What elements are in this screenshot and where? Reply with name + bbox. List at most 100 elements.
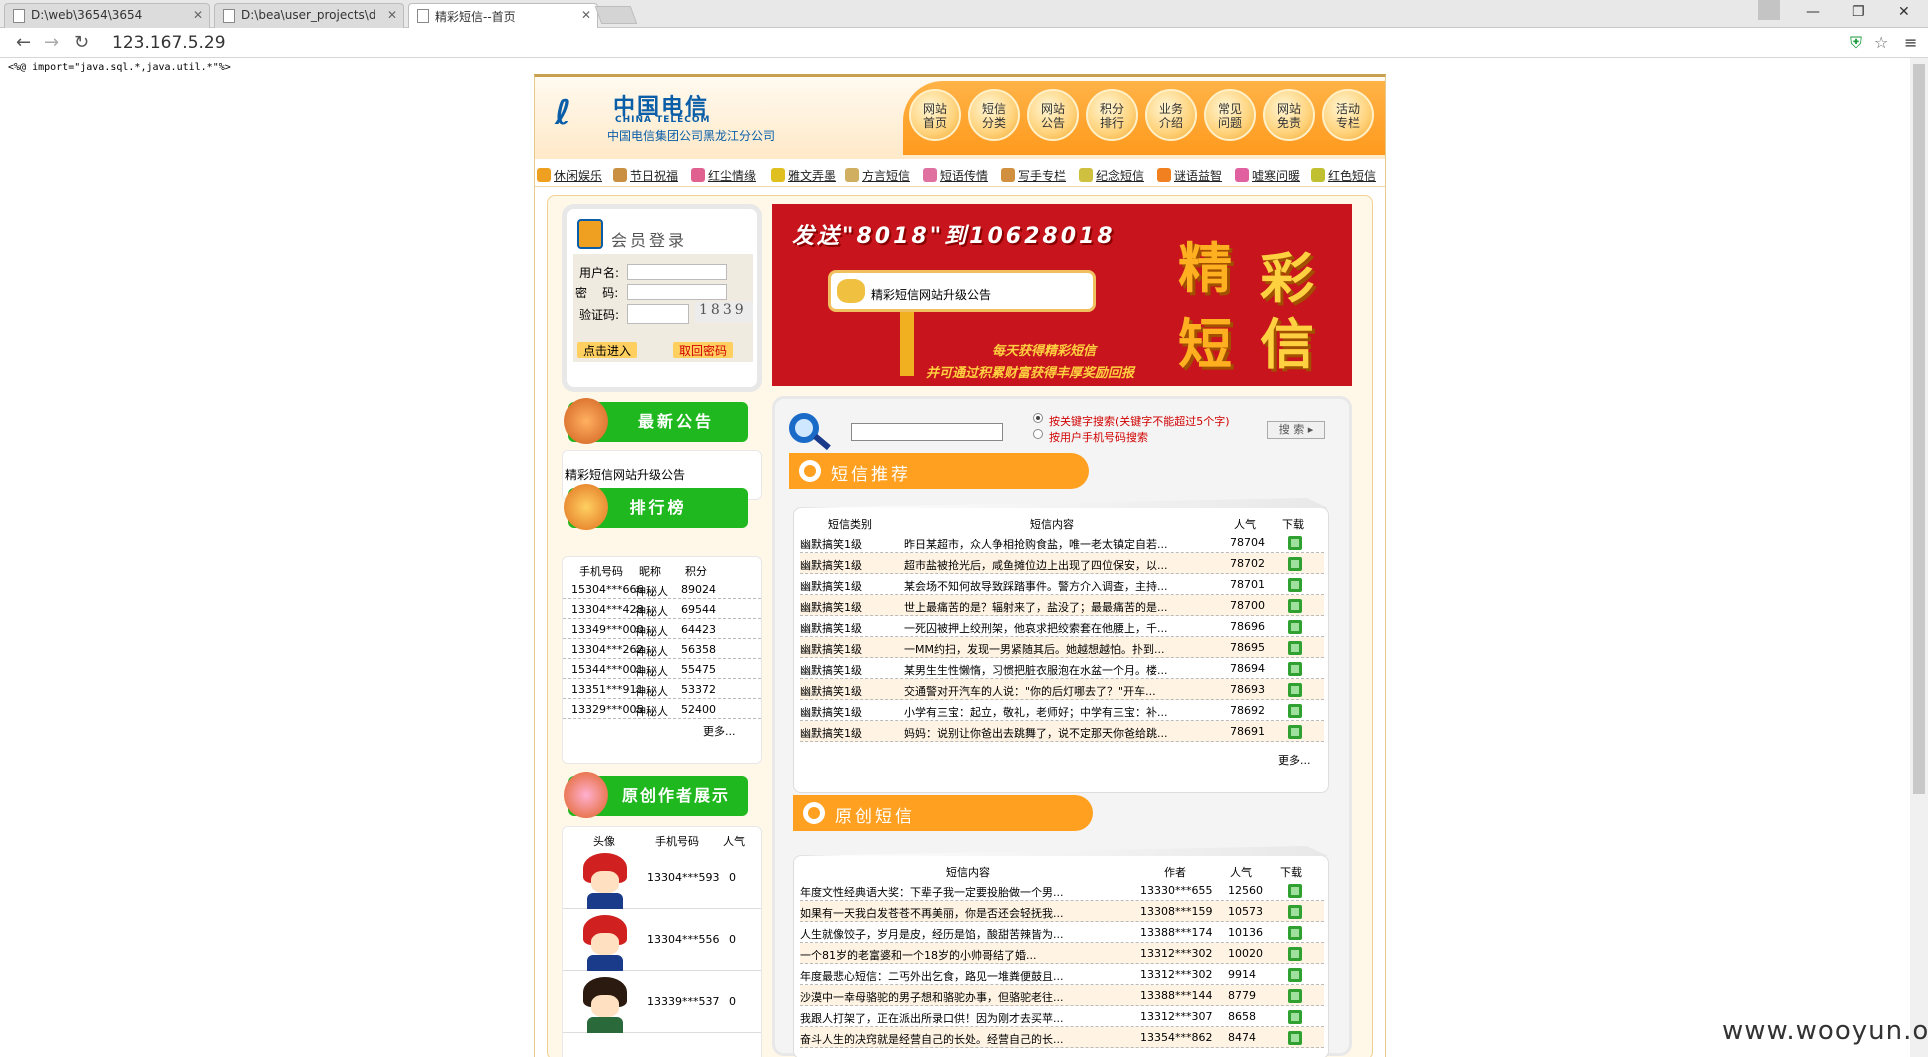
search-by-keyword-radio[interactable] <box>1033 413 1043 423</box>
sms-link[interactable]: 奋斗人生的决窍就是经营自己的长处。经营自己的长... <box>800 1031 1130 1047</box>
subnav-item[interactable]: 谜语益智 <box>1157 167 1222 184</box>
nav-business-intro[interactable]: 业务 介绍 <box>1145 89 1197 141</box>
url-field[interactable]: 123.167.5.29 <box>112 33 226 53</box>
download-icon[interactable] <box>1288 536 1302 550</box>
star-bookmark-icon[interactable]: ☆ <box>1874 33 1888 52</box>
user-profile-icon[interactable] <box>1758 0 1780 20</box>
subnav-item[interactable]: 写手专栏 <box>1001 167 1066 184</box>
close-window-icon[interactable]: ✕ <box>1898 4 1910 20</box>
download-icon[interactable] <box>1288 599 1302 613</box>
browser-tab-1[interactable]: D:\web\3654\3654 ✕ <box>4 3 210 28</box>
avatar[interactable] <box>579 915 631 971</box>
promo-banner[interactable]: 发送"8018"到10628018 精彩短信网站升级公告 每天获得精彩短信 并可… <box>772 204 1352 386</box>
sms-link[interactable]: 某会场不知何故导致踩踏事件。警方介入调查，主持... <box>904 578 1204 594</box>
download-icon[interactable] <box>1288 557 1302 571</box>
download-icon[interactable] <box>1288 641 1302 655</box>
minimize-icon[interactable]: — <box>1806 4 1820 20</box>
download-icon[interactable] <box>1288 662 1302 676</box>
forward-icon[interactable]: → <box>44 32 59 53</box>
download-icon[interactable] <box>1288 926 1302 940</box>
subnav-item[interactable]: 短语传情 <box>923 167 988 184</box>
close-icon[interactable]: ✕ <box>387 8 397 22</box>
nav-points-ranking[interactable]: 积分 排行 <box>1086 89 1138 141</box>
menu-icon[interactable]: ≡ <box>1904 33 1917 52</box>
sms-link[interactable]: 人生就像饺子，岁月是皮，经历是馅，酸甜苦辣皆为... <box>800 926 1130 942</box>
nav-faq[interactable]: 常见 问题 <box>1204 89 1256 141</box>
password-input[interactable] <box>627 284 727 300</box>
login-submit-button[interactable]: 点击进入 <box>577 342 638 358</box>
nav-home[interactable]: 网站 首页 <box>909 89 961 141</box>
sms-link[interactable]: 一个81岁的老富婆和一个18岁的小帅哥结了婚... <box>800 947 1130 963</box>
recover-password-button[interactable]: 取回密码 <box>673 342 734 358</box>
sms-link[interactable]: 一MM约扫，发现一男紧随其后。她越想越怕。扑到... <box>904 641 1204 657</box>
subnav-item[interactable]: 雅文弄墨 <box>771 167 836 184</box>
notice-link[interactable]: 精彩短信网站升级公告 <box>565 468 685 482</box>
close-icon[interactable]: ✕ <box>193 8 203 22</box>
download-icon[interactable] <box>1288 1031 1302 1045</box>
sms-link[interactable]: 一死囚被押上绞刑架，他哀求把绞索套在他腰上，千... <box>904 620 1204 636</box>
sms-link[interactable]: 年度最悲心短信：二丐外出乞食，路见一堆粪便鼓且... <box>800 968 1130 984</box>
nav-disclaimer[interactable]: 网站 免责 <box>1263 89 1315 141</box>
col-header: 作者 <box>1164 866 1186 879</box>
sms-link[interactable]: 昨日某超市，众人争相抢购食盐，唯一老太镇定自若... <box>904 536 1204 552</box>
subnav-item[interactable]: 节日祝福 <box>613 167 678 184</box>
table-row: 幽默搞笑1级 世上最痛苦的是？辐射来了，盐没了；最最痛苦的是... 78700 <box>800 595 1324 616</box>
download-icon[interactable] <box>1288 968 1302 982</box>
sms-link[interactable]: 年度文性经典语大奖：下辈子我一定要投胎做一个男... <box>800 884 1130 900</box>
sms-link[interactable]: 我跟人打架了，正在派出所录口供！因为刚才去买苹... <box>800 1010 1130 1026</box>
sms-link[interactable]: 如果有一天我白发苍苍不再美丽，你是否还会轻抚我... <box>800 905 1130 921</box>
table-row: 如果有一天我白发苍苍不再美丽，你是否还会轻抚我... 13308***159 105… <box>800 901 1324 922</box>
avatar[interactable] <box>579 977 631 1033</box>
sms-link[interactable]: 某男生生性懒惰，习惯把脏衣服泡在水盆一个月。楼... <box>904 662 1204 678</box>
download-icon[interactable] <box>1288 683 1302 697</box>
nav-events[interactable]: 活动 专栏 <box>1322 89 1374 141</box>
download-icon[interactable] <box>1288 947 1302 961</box>
username-input[interactable] <box>627 264 727 280</box>
nav-announcements[interactable]: 网站 公告 <box>1027 89 1079 141</box>
subnav-item[interactable]: 红尘情缘 <box>691 167 756 184</box>
download-icon[interactable] <box>1288 884 1302 898</box>
download-icon[interactable] <box>1288 620 1302 634</box>
download-icon[interactable] <box>1288 905 1302 919</box>
subnav-item[interactable]: 嘘寒问暖 <box>1235 167 1300 184</box>
table-row: 幽默搞笑1级 交通警对开汽车的人说："你的后灯哪去了？"开车... 78693 <box>800 679 1324 700</box>
reload-icon[interactable]: ↻ <box>74 32 89 53</box>
download-icon[interactable] <box>1288 725 1302 739</box>
download-icon[interactable] <box>1288 1010 1302 1024</box>
avatar[interactable] <box>579 853 631 909</box>
notice-badge[interactable]: 最新公告 <box>564 398 748 444</box>
sms-link[interactable]: 小学有三宝：起立，敬礼，老师好；中学有三宝：补... <box>904 704 1204 720</box>
subnav-item[interactable]: 纪念短信 <box>1079 167 1144 184</box>
sms-link[interactable]: 妈妈：说别让你爸出去跳舞了，说不定那天你爸给跳... <box>904 725 1204 741</box>
search-input[interactable] <box>851 423 1003 441</box>
ranking-badge[interactable]: 排行榜 <box>564 484 748 530</box>
close-icon[interactable]: ✕ <box>581 8 591 22</box>
authors-badge[interactable]: 原创作者展示 <box>564 772 748 818</box>
sms-link[interactable]: 世上最痛苦的是？辐射来了，盐没了；最最痛苦的是... <box>904 599 1204 615</box>
download-icon[interactable] <box>1288 704 1302 718</box>
search-by-phone-radio[interactable] <box>1033 429 1043 439</box>
maximize-icon[interactable]: ❐ <box>1852 4 1865 20</box>
browser-tab-2[interactable]: D:\bea\user_projects\dc ✕ <box>214 3 404 28</box>
subnav-item[interactable]: 方言短信 <box>845 167 910 184</box>
captcha-input[interactable] <box>627 304 689 324</box>
download-icon[interactable] <box>1288 578 1302 592</box>
shield-extension-icon[interactable]: ⛨ <box>1850 33 1862 53</box>
browser-tab-active[interactable]: 精彩短信--首页 ✕ <box>408 3 598 29</box>
new-tab-button[interactable] <box>594 6 638 24</box>
nav-categories[interactable]: 短信 分类 <box>968 89 1020 141</box>
sms-link[interactable]: 交通警对开汽车的人说："你的后灯哪去了？"开车... <box>904 683 1204 699</box>
category-subnav: 休闲娱乐 节日祝福 红尘情缘 雅文弄墨 方言短信 短语传情 写手专栏 纪念短信 … <box>535 163 1385 187</box>
sign-post <box>900 312 914 376</box>
search-button[interactable]: 搜 索 ▸ <box>1267 421 1325 439</box>
ranking-more-link[interactable]: 更多... <box>703 723 736 739</box>
download-icon[interactable] <box>1288 989 1302 1003</box>
scrollbar-thumb[interactable] <box>1913 64 1925 794</box>
sms-link[interactable]: 沙漠中一幸母骆驼的男子想和骆驼办事，但骆驼老往... <box>800 989 1130 1005</box>
subnav-item[interactable]: 休闲娱乐 <box>537 167 602 184</box>
recommend-more-link[interactable]: 更多... <box>1278 752 1311 768</box>
subnav-item[interactable]: 红色短信 <box>1311 167 1376 184</box>
back-icon[interactable]: ← <box>16 32 31 53</box>
file-icon <box>417 9 429 23</box>
sms-link[interactable]: 超市盐被抢光后，咸鱼摊位边上出现了四位保安，以... <box>904 557 1204 573</box>
